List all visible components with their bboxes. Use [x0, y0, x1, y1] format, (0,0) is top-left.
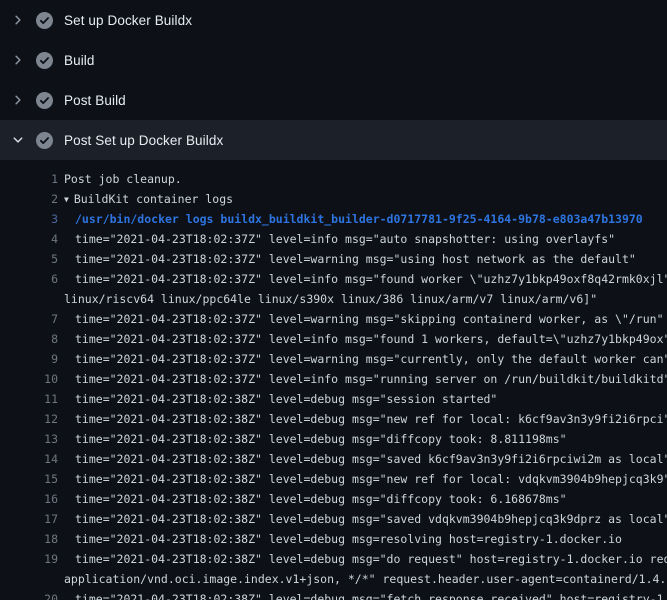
log-line: 20 time="2021-04-23T18:02:38Z" level=debu…	[0, 589, 667, 600]
actions-log-panel: Set up Docker Buildx Build Post Build Post …	[0, 0, 667, 600]
log-line: 7 time="2021-04-23T18:02:37Z" level=warni…	[0, 309, 667, 329]
step-label: Set up Docker Buildx	[64, 13, 192, 28]
log-line-number[interactable]: 10	[0, 369, 58, 389]
log-line: 12 time="2021-04-23T18:02:38Z" level=debu…	[0, 409, 667, 429]
log-line: 17 time="2021-04-23T18:02:38Z" level=debu…	[0, 509, 667, 529]
log-line: 18 time="2021-04-23T18:02:38Z" level=debu…	[0, 529, 667, 549]
chevron-right-icon	[12, 14, 24, 26]
log-line-continuation: linux/riscv64 linux/ppc64le linux/s390x …	[0, 289, 667, 309]
log-line: 11 time="2021-04-23T18:02:38Z" level=debu…	[0, 389, 667, 409]
log-line-text: time="2021-04-23T18:02:37Z" level=warnin…	[75, 309, 664, 329]
log-line-text: time="2021-04-23T18:02:38Z" level=debug …	[75, 529, 622, 549]
log-line-number[interactable]: 1	[0, 169, 58, 189]
log-line: 19 time="2021-04-23T18:02:38Z" level=debu…	[0, 549, 667, 569]
log-line-text: time="2021-04-23T18:02:37Z" level=info m…	[75, 229, 615, 249]
log-line-number[interactable]: 17	[0, 509, 58, 529]
log-line-number[interactable]: 6	[0, 269, 58, 289]
log-line-number[interactable]: 13	[0, 429, 58, 449]
log-line-text: time="2021-04-23T18:02:38Z" level=debug …	[75, 469, 667, 489]
check-circle-icon	[36, 92, 53, 109]
chevron-right-icon	[12, 94, 24, 106]
log-line-text: time="2021-04-23T18:02:38Z" level=debug …	[75, 409, 667, 429]
log-line-text: time="2021-04-23T18:02:38Z" level=debug …	[75, 489, 567, 509]
log-line: 10 time="2021-04-23T18:02:37Z" level=info…	[0, 369, 667, 389]
log-line: 5 time="2021-04-23T18:02:37Z" level=warni…	[0, 249, 667, 269]
log-line-text: Post job cleanup.	[64, 169, 182, 189]
log-line: 16 time="2021-04-23T18:02:38Z" level=debu…	[0, 489, 667, 509]
log-line-number	[0, 569, 58, 589]
log-line: 2 ▼ BuildKit container logs	[0, 189, 667, 209]
step-row[interactable]: Post Build	[0, 80, 667, 120]
log-line-continuation: application/vnd.oci.image.index.v1+json,…	[0, 569, 667, 589]
log-line: 15 time="2021-04-23T18:02:38Z" level=debu…	[0, 469, 667, 489]
log-line: 1 Post job cleanup.	[0, 169, 667, 189]
log-line: 8 time="2021-04-23T18:02:37Z" level=info …	[0, 329, 667, 349]
log-view: 1 Post job cleanup. 2 ▼ BuildKit container l…	[0, 160, 667, 600]
log-line: 4 time="2021-04-23T18:02:37Z" level=info …	[0, 229, 667, 249]
log-line-number[interactable]: 8	[0, 329, 58, 349]
log-group-label: BuildKit container logs	[74, 192, 233, 206]
log-line-text: time="2021-04-23T18:02:37Z" level=info m…	[75, 329, 667, 349]
log-line-text: linux/riscv64 linux/ppc64le linux/s390x …	[64, 289, 597, 309]
log-line: 14 time="2021-04-23T18:02:38Z" level=debu…	[0, 449, 667, 469]
chevron-right-icon	[12, 54, 24, 66]
triangle-down-icon: ▼	[64, 190, 69, 210]
log-group-toggle[interactable]: ▼ BuildKit container logs	[64, 189, 233, 209]
log-line-number[interactable]: 11	[0, 389, 58, 409]
log-line-text: time="2021-04-23T18:02:37Z" level=info m…	[75, 369, 667, 389]
log-line-number[interactable]: 2	[0, 189, 58, 209]
check-circle-icon	[36, 132, 53, 149]
log-line-number[interactable]: 14	[0, 449, 58, 469]
log-line-number	[0, 289, 58, 309]
step-row[interactable]: Build	[0, 40, 667, 80]
log-line-number[interactable]: 9	[0, 349, 58, 369]
chevron-down-icon	[12, 134, 24, 146]
log-line-text: time="2021-04-23T18:02:38Z" level=debug …	[75, 509, 667, 529]
log-line-number[interactable]: 19	[0, 549, 58, 569]
log-line-number[interactable]: 7	[0, 309, 58, 329]
log-line-text: time="2021-04-23T18:02:37Z" level=warnin…	[75, 249, 636, 269]
log-line-text: time="2021-04-23T18:02:38Z" level=debug …	[75, 389, 497, 409]
log-line: 6 time="2021-04-23T18:02:37Z" level=info …	[0, 269, 667, 289]
log-line-text: time="2021-04-23T18:02:38Z" level=debug …	[75, 429, 567, 449]
log-line-text: application/vnd.oci.image.index.v1+json,…	[64, 569, 666, 589]
log-line-number[interactable]: 5	[0, 249, 58, 269]
log-line-text: time="2021-04-23T18:02:37Z" level=warnin…	[75, 349, 667, 369]
log-line-text: time="2021-04-23T18:02:38Z" level=debug …	[75, 549, 667, 569]
log-line-number[interactable]: 16	[0, 489, 58, 509]
log-line-number[interactable]: 20	[0, 589, 58, 600]
check-circle-icon	[36, 52, 53, 69]
log-line: 13 time="2021-04-23T18:02:38Z" level=debu…	[0, 429, 667, 449]
log-line: 3/usr/bin/docker logs buildx_buildkit_bu…	[0, 209, 667, 229]
steps-list: Set up Docker Buildx Build Post Build Post …	[0, 0, 667, 160]
log-line-number[interactable]: 3	[0, 209, 58, 229]
step-row[interactable]: Post Set up Docker Buildx	[0, 120, 667, 160]
log-line-text: time="2021-04-23T18:02:37Z" level=info m…	[75, 269, 667, 289]
log-line-number[interactable]: 15	[0, 469, 58, 489]
log-line-number[interactable]: 12	[0, 409, 58, 429]
step-label: Post Build	[64, 93, 126, 108]
log-line-text: time="2021-04-23T18:02:38Z" level=debug …	[75, 589, 667, 600]
log-command-text: /usr/bin/docker logs buildx_buildkit_bui…	[75, 209, 643, 229]
log-line-number[interactable]: 18	[0, 529, 58, 549]
log-line: 9 time="2021-04-23T18:02:37Z" level=warni…	[0, 349, 667, 369]
log-line-text: time="2021-04-23T18:02:38Z" level=debug …	[75, 449, 667, 469]
step-label: Build	[64, 53, 95, 68]
log-line-number[interactable]: 4	[0, 229, 58, 249]
step-label: Post Set up Docker Buildx	[64, 133, 223, 148]
step-row[interactable]: Set up Docker Buildx	[0, 0, 667, 40]
check-circle-icon	[36, 12, 53, 29]
